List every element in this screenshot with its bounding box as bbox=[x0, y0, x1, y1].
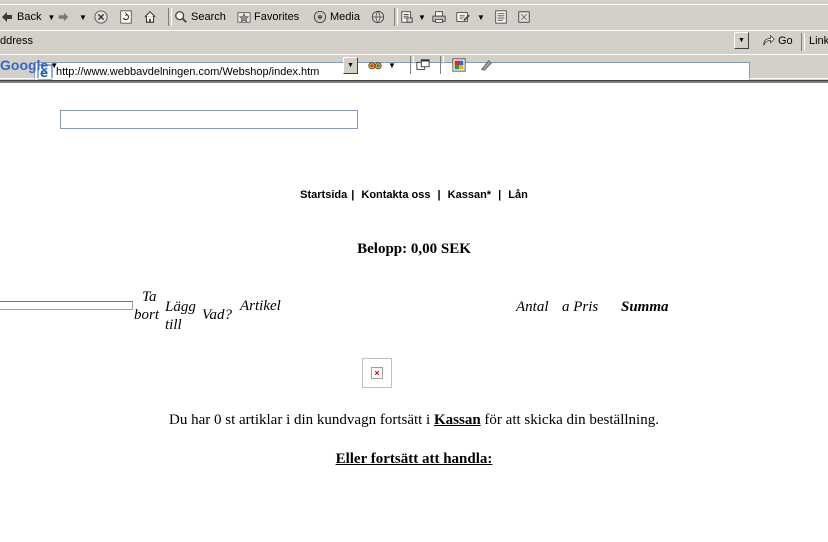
home-button[interactable] bbox=[143, 7, 160, 27]
history-button[interactable] bbox=[371, 7, 388, 27]
edit-dropdown-icon[interactable]: ▼ bbox=[477, 13, 485, 22]
cart-row-input[interactable] bbox=[0, 301, 133, 310]
research-icon bbox=[518, 11, 530, 23]
forward-button[interactable]: ▼ bbox=[56, 7, 87, 27]
google-search-options-icon[interactable]: ▼ bbox=[388, 61, 396, 70]
header-add-line2: till bbox=[165, 317, 182, 333]
go-button[interactable]: Go bbox=[761, 31, 793, 51]
browser-chrome: Back ▼ ▼ Search Favorites Media ▼ ▼ ddre… bbox=[0, 0, 828, 129]
refresh-button[interactable] bbox=[119, 7, 136, 27]
media-button[interactable]: Media bbox=[313, 7, 360, 27]
toolbar-separator bbox=[801, 33, 805, 51]
links-label[interactable]: Link bbox=[809, 31, 828, 51]
mail-dropdown-icon[interactable]: ▼ bbox=[418, 13, 426, 22]
media-icon bbox=[313, 10, 327, 24]
nav-separator: | bbox=[498, 189, 502, 201]
edit-button[interactable]: ▼ bbox=[456, 7, 485, 27]
header-remove: Ta bbox=[142, 288, 156, 306]
mail-button[interactable]: ▼ bbox=[400, 7, 426, 27]
address-label: ddress bbox=[0, 35, 34, 47]
nav-link-lan[interactable]: Lån bbox=[508, 189, 528, 201]
google-search-dropdown-icon[interactable]: ▼ bbox=[343, 57, 358, 74]
back-label: Back bbox=[17, 11, 42, 23]
highlighter-icon bbox=[480, 59, 492, 71]
toolbar-separator bbox=[440, 56, 444, 74]
header-remove-line2: bort bbox=[134, 307, 160, 323]
stop-button[interactable] bbox=[94, 7, 111, 27]
header-article: Artikel bbox=[240, 298, 281, 314]
search-icon bbox=[175, 11, 187, 23]
favorites-label: Favorites bbox=[254, 11, 300, 23]
menu-bar-remnant bbox=[0, 0, 828, 5]
toolbar-separator bbox=[168, 8, 172, 26]
address-bar: ddress e http://www.webbavdelningen.com/… bbox=[0, 30, 828, 81]
toolbar-separator bbox=[410, 56, 414, 74]
google-binoculars-icon bbox=[368, 62, 382, 70]
back-button[interactable]: Back ▼ bbox=[0, 7, 55, 27]
site-navigation: Startsida | Kontakta oss | Kassan* | Lån bbox=[0, 189, 828, 201]
nav-link-startsida[interactable]: Startsida bbox=[300, 189, 347, 201]
history-globe-icon bbox=[371, 10, 385, 24]
header-unit-price: a Pris bbox=[562, 299, 599, 315]
refresh-icon bbox=[120, 10, 132, 24]
go-arrow-icon bbox=[763, 34, 775, 46]
message-before: Du har 0 st artiklar i din kundvagn fort… bbox=[169, 412, 434, 428]
popup-windows-icon bbox=[416, 59, 430, 70]
cart-status-message: Du har 0 st artiklar i din kundvagn fort… bbox=[0, 412, 828, 429]
nav-separator: | bbox=[351, 189, 355, 201]
search-button[interactable]: Search bbox=[174, 7, 226, 27]
back-dropdown-icon[interactable]: ▼ bbox=[47, 13, 55, 22]
header-total: Summa bbox=[621, 299, 669, 315]
chrome-border bbox=[0, 80, 828, 83]
nav-link-kontakta-oss[interactable]: Kontakta oss bbox=[361, 189, 430, 201]
stop-icon bbox=[94, 10, 108, 24]
favorites-button[interactable]: Favorites bbox=[237, 7, 299, 27]
standard-toolbar: Back ▼ ▼ Search Favorites Media ▼ ▼ bbox=[0, 6, 828, 31]
discuss-button[interactable] bbox=[494, 7, 511, 27]
page-info-icon bbox=[452, 58, 466, 72]
popup-blocker-button[interactable] bbox=[416, 55, 433, 75]
toolbar-separator bbox=[394, 8, 398, 26]
back-arrow-icon bbox=[2, 12, 12, 22]
google-logo-button[interactable]: Google ▼ bbox=[0, 55, 58, 75]
mail-icon bbox=[401, 11, 413, 23]
forward-dropdown-icon[interactable]: ▼ bbox=[79, 13, 87, 22]
header-quantity: Antal bbox=[516, 299, 549, 315]
nav-separator: | bbox=[437, 189, 441, 201]
search-label: Search bbox=[191, 11, 226, 23]
google-search-input[interactable] bbox=[60, 110, 358, 129]
header-what: Vad? bbox=[202, 307, 232, 323]
cart-total-amount: Belopp: 0,00 SEK bbox=[357, 241, 471, 257]
print-button[interactable] bbox=[432, 7, 449, 27]
edit-icon bbox=[456, 12, 470, 22]
home-icon bbox=[144, 10, 156, 23]
forward-arrow-icon bbox=[58, 12, 69, 22]
print-icon bbox=[432, 11, 446, 23]
broken-image-icon: × bbox=[371, 367, 383, 379]
kassan-link[interactable]: Kassan bbox=[434, 412, 481, 428]
media-label: Media bbox=[330, 11, 360, 23]
nav-link-kassan[interactable]: Kassan* bbox=[448, 189, 491, 201]
continue-shopping-heading[interactable]: Eller fortsätt att handla: bbox=[0, 451, 828, 468]
address-dropdown-icon[interactable]: ▼ bbox=[734, 32, 749, 49]
highlight-button[interactable] bbox=[479, 55, 496, 75]
favorites-star-icon bbox=[237, 12, 251, 23]
google-toolbar: Google ▼ ▼ ▼ bbox=[0, 54, 828, 129]
google-dropdown-icon[interactable]: ▼ bbox=[50, 61, 58, 70]
page-info-button[interactable] bbox=[452, 55, 469, 75]
google-search-button[interactable]: ▼ bbox=[368, 55, 396, 75]
header-add-line1: Lägg bbox=[165, 299, 196, 315]
message-after: för att skicka din beställning. bbox=[480, 412, 659, 428]
discuss-icon bbox=[495, 10, 507, 24]
go-label: Go bbox=[778, 35, 793, 47]
broken-image-placeholder: × bbox=[362, 358, 392, 388]
google-logo: Google bbox=[0, 57, 49, 73]
research-button[interactable] bbox=[517, 7, 534, 27]
header-remove-line1: Ta bbox=[142, 289, 157, 305]
